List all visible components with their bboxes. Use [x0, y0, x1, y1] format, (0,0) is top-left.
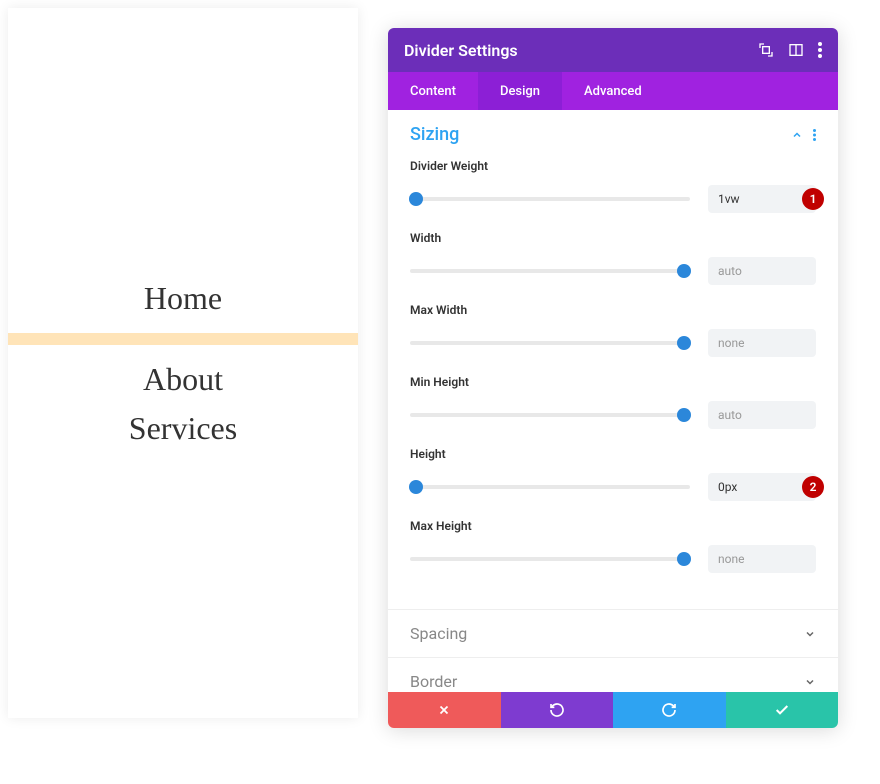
control-max-height: Max Height none [410, 519, 816, 573]
tab-advanced[interactable]: Advanced [562, 72, 664, 110]
control-row: auto [410, 401, 816, 429]
value-input[interactable]: auto [708, 257, 816, 285]
control-row: auto [410, 257, 816, 285]
control-row: none [410, 545, 816, 573]
control-max-width: Max Width none [410, 303, 816, 357]
annotation-badge: 1 [802, 188, 824, 210]
save-button[interactable] [726, 692, 839, 728]
slider-thumb[interactable] [677, 336, 691, 350]
control-row: 1vw1 [410, 185, 816, 213]
nav-item-about: About [143, 355, 223, 404]
control-label: Min Height [410, 375, 816, 389]
undo-button[interactable] [501, 692, 614, 728]
value-input[interactable]: none [708, 545, 816, 573]
nav-item-services: Services [129, 404, 237, 453]
control-label: Height [410, 447, 816, 461]
more-icon[interactable] [818, 42, 822, 58]
header-icons [758, 42, 822, 58]
section-title: Border [410, 672, 457, 691]
control-row: none [410, 329, 816, 357]
control-height: Height 0px2 [410, 447, 816, 501]
chevron-down-icon [804, 628, 816, 640]
slider-thumb[interactable] [409, 480, 423, 494]
chevron-down-icon [804, 676, 816, 688]
slider-thumb[interactable] [677, 408, 691, 422]
control-label: Divider Weight [410, 159, 816, 173]
control-label: Width [410, 231, 816, 245]
slider-thumb[interactable] [677, 264, 691, 278]
slider[interactable] [410, 413, 690, 417]
value-input[interactable]: auto [708, 401, 816, 429]
slider[interactable] [410, 197, 690, 201]
settings-body[interactable]: Sizing Divider Weight 1vw1 Width auto Max Wi… [388, 110, 838, 692]
slider[interactable] [410, 557, 690, 561]
control-width: Width auto [410, 231, 816, 285]
value-input[interactable]: none [708, 329, 816, 357]
slider[interactable] [410, 485, 690, 489]
section-spacing[interactable]: Spacing [388, 609, 838, 657]
value-input[interactable]: 1vw [708, 185, 816, 213]
section-more-icon[interactable] [813, 128, 816, 142]
redo-button[interactable] [613, 692, 726, 728]
slider[interactable] [410, 341, 690, 345]
cancel-button[interactable] [388, 692, 501, 728]
settings-panel: Divider Settings Content Design Advanced… [388, 28, 838, 728]
value-input[interactable]: 0px [708, 473, 816, 501]
slider[interactable] [410, 269, 690, 273]
section-sizing-title: Sizing [410, 124, 459, 145]
annotation-badge: 2 [802, 476, 824, 498]
expand-icon[interactable] [758, 42, 774, 58]
control-row: 0px2 [410, 473, 816, 501]
settings-header: Divider Settings [388, 28, 838, 72]
columns-icon[interactable] [788, 42, 804, 58]
nav-item-home: Home [144, 274, 222, 323]
divider-preview [8, 333, 358, 345]
slider-thumb[interactable] [409, 192, 423, 206]
control-min-height: Min Height auto [410, 375, 816, 429]
tab-design[interactable]: Design [478, 72, 562, 110]
section-border[interactable]: Border [388, 657, 838, 692]
control-label: Max Width [410, 303, 816, 317]
control-label: Max Height [410, 519, 816, 533]
panel-title: Divider Settings [404, 41, 518, 60]
section-title: Spacing [410, 624, 467, 643]
control-divider-weight: Divider Weight 1vw1 [410, 159, 816, 213]
section-sizing-header[interactable]: Sizing [410, 124, 816, 145]
section-sizing: Sizing Divider Weight 1vw1 Width auto Max Wi… [388, 110, 838, 609]
footer-bar [388, 692, 838, 728]
preview-panel: Home About Services [8, 8, 358, 718]
chevron-up-icon[interactable] [791, 129, 803, 141]
tab-content[interactable]: Content [388, 72, 478, 110]
slider-thumb[interactable] [677, 552, 691, 566]
tabs: Content Design Advanced [388, 72, 838, 110]
